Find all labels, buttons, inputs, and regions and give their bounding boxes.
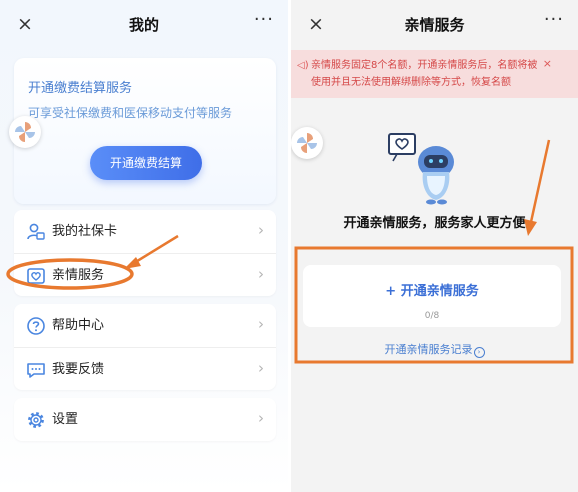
menu-group-account: 我的社保卡 › 亲情服务 › bbox=[14, 210, 276, 296]
settings-icon bbox=[28, 412, 44, 428]
heart-icon bbox=[27, 268, 45, 284]
chevron-circle-icon: › bbox=[473, 347, 485, 358]
speaker-icon: ◁) bbox=[297, 60, 309, 71]
service-record-link[interactable]: 开通亲情服务记录 › bbox=[291, 342, 578, 358]
chevron-right-icon: › bbox=[258, 409, 264, 427]
family-service-panel: × 亲情服务 ··· ◁) 亲情服务固定8个名额，开通亲情服务后，名额将被使用并… bbox=[291, 0, 578, 492]
page-title: 亲情服务 bbox=[404, 16, 465, 34]
my-page-panel: × 我的 ··· 开通缴费结算服务 可享受社保缴费和医保移动支付等服务 开通缴费… bbox=[0, 0, 288, 492]
page-title: 我的 bbox=[128, 16, 159, 34]
open-family-service-button[interactable]: + 开通亲情服务 bbox=[303, 282, 561, 302]
help-icon bbox=[27, 317, 45, 335]
payment-service-card: 开通缴费结算服务 可享受社保缴费和医保移动支付等服务 开通缴费结算 bbox=[14, 58, 276, 204]
record-link-label: 开通亲情服务记录 bbox=[384, 343, 473, 356]
menu-group-settings: 设置 › bbox=[14, 398, 276, 441]
top-bar: × 亲情服务 ··· bbox=[291, 0, 578, 50]
menu-item-label: 帮助中心 bbox=[52, 318, 105, 333]
menu-item-label: 我的社保卡 bbox=[52, 224, 118, 239]
pinwheel-logo-icon[interactable] bbox=[9, 116, 41, 148]
notice-banner: ◁) 亲情服务固定8个名额，开通亲情服务后，名额将被使用并且无法使用解绑删除等方… bbox=[291, 50, 578, 98]
menu-item-settings[interactable]: 设置 › bbox=[14, 398, 276, 441]
chevron-right-icon: › bbox=[258, 315, 264, 333]
hero-slogan: 开通亲情服务，服务家人更方便 bbox=[343, 216, 526, 231]
more-icon[interactable]: ··· bbox=[254, 9, 274, 30]
notice-text: 亲情服务固定8个名额，开通亲情服务后，名额将被使用并且无法使用解绑删除等方式，恢… bbox=[311, 60, 538, 88]
menu-item-social-card[interactable]: 我的社保卡 › bbox=[14, 210, 276, 253]
open-payment-button[interactable]: 开通缴费结算 bbox=[90, 146, 202, 180]
quota-counter: 0/8 bbox=[424, 311, 440, 321]
pinwheel-logo-icon[interactable] bbox=[291, 127, 323, 159]
menu-item-label: 亲情服务 bbox=[52, 268, 105, 283]
payment-card-heading: 开通缴费结算服务 bbox=[28, 81, 133, 96]
menu-group-support: 帮助中心 › 我要反馈 › bbox=[14, 304, 276, 390]
feedback-icon bbox=[27, 363, 45, 378]
menu-item-feedback[interactable]: 我要反馈 › bbox=[14, 347, 276, 390]
chevron-right-icon: › bbox=[258, 359, 264, 377]
mascot-illustration bbox=[388, 133, 454, 205]
social-card-icon bbox=[27, 223, 45, 240]
payment-card-description: 可享受社保缴费和医保移动支付等服务 bbox=[28, 106, 233, 120]
menu-item-label: 设置 bbox=[52, 412, 79, 427]
chevron-right-icon: › bbox=[258, 221, 264, 239]
notice-close-icon[interactable]: × bbox=[543, 57, 552, 70]
menu-item-label: 我要反馈 bbox=[52, 362, 105, 377]
menu-item-help-center[interactable]: 帮助中心 › bbox=[14, 304, 276, 347]
top-bar: × 我的 ··· bbox=[0, 0, 288, 50]
annotation-arrow-line bbox=[529, 139, 551, 223]
more-icon[interactable]: ··· bbox=[544, 9, 564, 30]
menu-item-family-service[interactable]: 亲情服务 › bbox=[14, 253, 276, 296]
open-family-service-card[interactable]: + 开通亲情服务 0/8 bbox=[303, 265, 561, 327]
chevron-right-icon: › bbox=[258, 265, 264, 283]
